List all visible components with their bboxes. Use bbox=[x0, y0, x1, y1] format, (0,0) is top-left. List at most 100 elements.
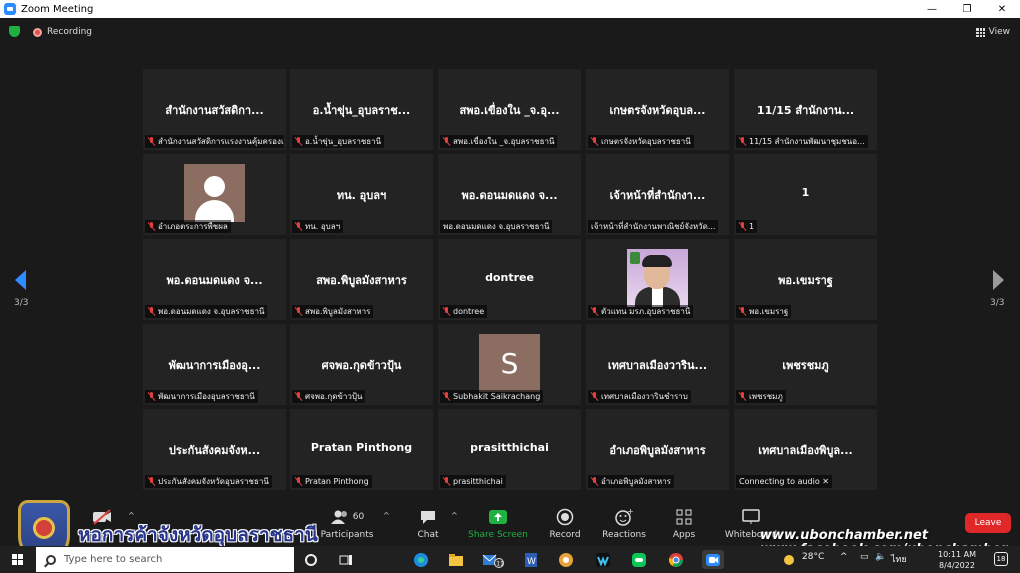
participant-tile[interactable]: dontree dontree bbox=[438, 239, 581, 320]
participant-name-label: Connecting to audio ✕ bbox=[736, 475, 832, 488]
next-page-arrow-icon[interactable] bbox=[993, 270, 1004, 290]
participant-name-label: อำเภอตระการพืชผล bbox=[145, 220, 231, 233]
volume-icon[interactable]: 🔈 bbox=[875, 552, 886, 562]
participant-label-text: สำนักงานสวัสดิการแรงงานคุ้มครองแ... bbox=[158, 137, 284, 146]
muted-mic-icon bbox=[148, 477, 155, 486]
participant-label-text: Subhakit Saikrachang bbox=[453, 392, 541, 401]
participant-display-name: พัฒนาการเมืองอุ... bbox=[168, 359, 261, 372]
svg-text:+: + bbox=[627, 508, 633, 516]
edge-browser-icon[interactable] bbox=[410, 550, 432, 569]
participant-name-label: 1 bbox=[736, 220, 758, 233]
participant-tile[interactable]: พัฒนาการเมืองอุ... พัฒนาการเมืองอุบลราชธา… bbox=[143, 324, 286, 405]
participant-tile[interactable]: เจ้าหน้าที่สำนักงา... เจ้าหน้าที่สำนักงาน… bbox=[586, 154, 729, 235]
network-icon[interactable]: ▭ bbox=[860, 552, 869, 562]
participants-count: 60 bbox=[352, 512, 365, 522]
participants-button[interactable]: 60 Participants bbox=[315, 507, 379, 540]
line-app-icon[interactable] bbox=[628, 550, 650, 569]
participant-tile[interactable]: เทศบาลเมืองพิบูล... Connecting to audio ✕ bbox=[734, 409, 877, 490]
participant-tile[interactable]: เพชรชมภู เพชรชมภู bbox=[734, 324, 877, 405]
participant-tile[interactable]: Pratan Pinthong Pratan Pinthong bbox=[290, 409, 433, 490]
default-avatar-icon bbox=[184, 164, 245, 222]
encryption-shield-icon[interactable] bbox=[9, 26, 20, 37]
participant-label-text: พอ.ดอนมดแดง จ.อุบลราชธานี bbox=[158, 307, 265, 316]
participant-tile[interactable]: ประกันสังคมจังห... ประกันสังคมจังหวัดอุบล… bbox=[143, 409, 286, 490]
participant-tile[interactable]: ศจพอ.กุดข้าวปุ้น ศจพอ.กุดข้าวปุ้น bbox=[290, 324, 433, 405]
participant-name-label: ศจพอ.กุดข้าวปุ้น bbox=[292, 390, 366, 403]
participants-caret-icon[interactable]: ^ bbox=[383, 511, 390, 520]
participant-label-text: อำเภอตระการพืชผล bbox=[158, 222, 228, 231]
maximize-button[interactable]: ❐ bbox=[950, 0, 984, 18]
grid-view-icon bbox=[975, 27, 985, 37]
minimize-button[interactable]: — bbox=[915, 0, 949, 18]
participant-tile[interactable]: อำเภอพิบูลมังสาหาร อำเภอพิบูลมังสาหาร bbox=[586, 409, 729, 490]
participant-tile[interactable]: พอ.ดอนมดแดง จ... พอ.ดอนมดแดง จ.อุบลราชธาน… bbox=[143, 239, 286, 320]
record-label: Record bbox=[549, 530, 581, 540]
share-screen-button[interactable]: Share Screen bbox=[466, 507, 530, 540]
webex-icon[interactable] bbox=[592, 550, 614, 569]
participant-tile[interactable]: ทน. อุบลฯ ทน. อุบลฯ bbox=[290, 154, 433, 235]
weather-icon[interactable] bbox=[778, 550, 800, 569]
participant-tile[interactable]: อำเภอตระการพืชผล bbox=[143, 154, 286, 235]
tray-overflow-caret-icon[interactable]: ^ bbox=[840, 552, 848, 562]
participant-tile[interactable]: 11/15 สำนักงาน... 11/15 สำนักงานพัฒนาชุมช… bbox=[734, 69, 877, 150]
windows-taskbar: Type here to search 11 W 28°C ^ ▭ 🔈 ไทย … bbox=[0, 546, 1020, 573]
muted-mic-icon bbox=[739, 307, 746, 316]
participant-display-name: ศจพอ.กุดข้าวปุ้น bbox=[321, 359, 402, 372]
chrome-canary-icon[interactable] bbox=[555, 550, 577, 569]
participant-tile[interactable]: S Subhakit Saikrachang bbox=[438, 324, 581, 405]
word-icon[interactable]: W bbox=[520, 550, 542, 569]
participant-tile[interactable]: เทศบาลเมืองวาริน... เทศบาลเมืองวารินชำราบ bbox=[586, 324, 729, 405]
participant-tile[interactable]: สพอ.พิบูลมังสาหาร สพอ.พิบูลมังสาหาร bbox=[290, 239, 433, 320]
leave-button[interactable]: Leave bbox=[965, 513, 1011, 533]
participant-tile[interactable]: prasitthichai prasitthichai bbox=[438, 409, 581, 490]
video-options-caret-icon[interactable]: ^ bbox=[128, 511, 135, 520]
participant-label-text: พัฒนาการเมืองอุบลราชธานี bbox=[158, 392, 255, 401]
chat-icon bbox=[421, 511, 435, 524]
participant-tile[interactable]: พอ.ดอนมดแดง จ... พอ.ดอนมดแดง จ.อุบลราชธาน… bbox=[438, 154, 581, 235]
muted-mic-icon bbox=[739, 392, 746, 401]
chrome-icon[interactable] bbox=[665, 550, 687, 569]
file-explorer-icon[interactable] bbox=[445, 550, 467, 569]
apps-label: Apps bbox=[672, 530, 696, 540]
record-button[interactable]: Record bbox=[533, 507, 597, 540]
taskbar-clock[interactable]: 10:11 AM 8/4/2022 bbox=[938, 549, 976, 571]
close-button[interactable]: ✕ bbox=[985, 0, 1019, 18]
participant-display-name: อ.น้ำขุ่น_อุบลราช... bbox=[312, 104, 411, 117]
participant-tile[interactable]: สพอ.เขื่องใน _จ.อุ... สพอ.เขื่องใน _จ.อุบ… bbox=[438, 69, 581, 150]
mail-icon[interactable]: 11 bbox=[482, 550, 504, 569]
participant-label-text: อำเภอพิบูลมังสาหาร bbox=[601, 477, 671, 486]
participant-name-label: เพชรชมภู bbox=[736, 390, 786, 403]
participant-tile[interactable]: สำนักงานสวัสดิกา... สำนักงานสวัสดิการแรงง… bbox=[143, 69, 286, 150]
task-view-icon[interactable] bbox=[335, 550, 357, 569]
windows-start-icon[interactable] bbox=[12, 554, 23, 565]
participant-label-text: ตัวแทน มรภ.อุบลราชธานี bbox=[601, 307, 691, 316]
participant-tile[interactable]: เกษตรจังหวัดอุบล... เกษตรจังหวัดอุบลราชธา… bbox=[586, 69, 729, 150]
muted-mic-icon bbox=[739, 137, 746, 146]
notification-center-icon[interactable]: 18 bbox=[994, 552, 1008, 566]
participant-tile[interactable]: อ.น้ำขุ่น_อุบลราช... อ.น้ำขุ่น_อุบลราชธาน… bbox=[290, 69, 433, 150]
participant-tile[interactable]: ตัวแทน มรภ.อุบลราชธานี bbox=[586, 239, 729, 320]
view-button[interactable]: View bbox=[975, 24, 1010, 40]
participants-label: Participants bbox=[320, 530, 374, 540]
zoom-taskbar-icon[interactable] bbox=[702, 550, 724, 569]
participant-tile[interactable]: พอ.เขมราฐ พอ.เขมราฐ bbox=[734, 239, 877, 320]
recording-indicator[interactable]: Recording bbox=[33, 24, 92, 40]
participant-tile[interactable]: 11 bbox=[734, 154, 877, 235]
participant-name-label: เกษตรจังหวัดอุบลราชธานี bbox=[588, 135, 694, 148]
muted-mic-icon bbox=[443, 392, 450, 401]
cortana-icon[interactable] bbox=[300, 550, 322, 569]
input-language[interactable]: ไทย bbox=[891, 552, 907, 566]
search-icon bbox=[46, 554, 56, 565]
participant-display-name: Pratan Pinthong bbox=[310, 441, 413, 454]
previous-page-arrow-icon[interactable] bbox=[15, 270, 26, 290]
participant-name-label: พัฒนาการเมืองอุบลราชธานี bbox=[145, 390, 258, 403]
reactions-button[interactable]: + Reactions bbox=[592, 507, 656, 540]
participant-display-name: เจ้าหน้าที่สำนักงา... bbox=[609, 189, 706, 202]
reactions-label: Reactions bbox=[602, 530, 646, 540]
weather-temperature[interactable]: 28°C bbox=[802, 552, 824, 562]
apps-button[interactable]: Apps bbox=[652, 507, 716, 540]
participant-name-label: ประกันสังคมจังหวัดอุบลราชธานี bbox=[145, 475, 272, 488]
taskbar-search-box[interactable]: Type here to search bbox=[36, 547, 294, 572]
participant-label-text: ทน. อุบลฯ bbox=[305, 222, 341, 231]
chat-caret-icon[interactable]: ^ bbox=[451, 511, 458, 520]
